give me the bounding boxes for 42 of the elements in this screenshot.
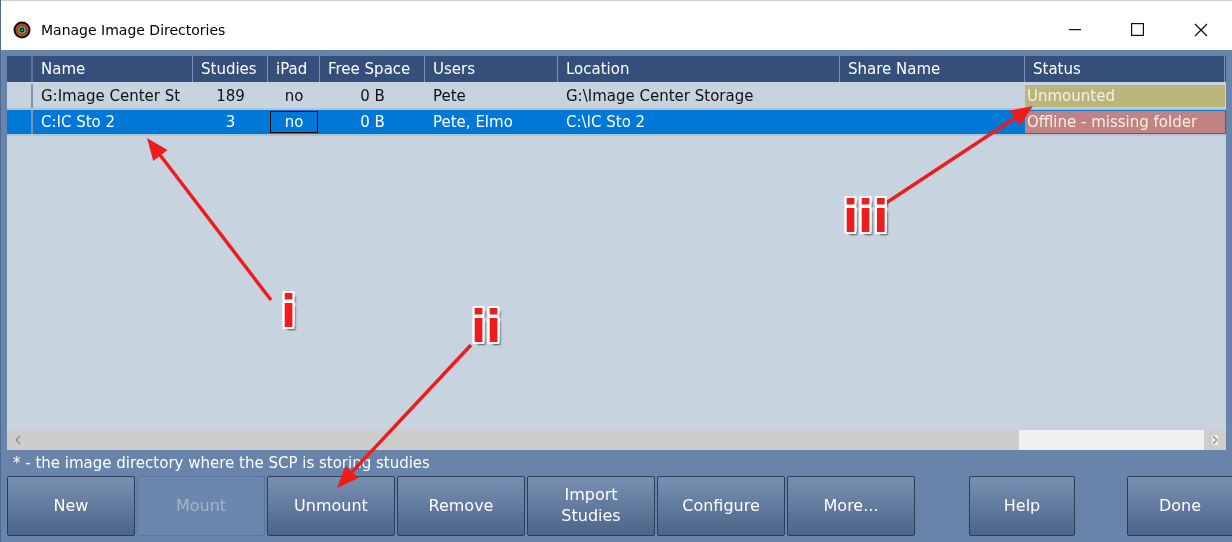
table-cell-text: C:\IC Sto 2 <box>565 112 647 133</box>
minimize-icon[interactable] <box>1069 28 1081 31</box>
action-button[interactable]: Configure <box>657 476 785 536</box>
column-header[interactable]: Users <box>425 56 558 82</box>
table-cell: no <box>270 111 318 133</box>
annotation-label: ii <box>471 305 502 349</box>
table-cell-text: G:\Image Center Storage <box>565 86 755 107</box>
column-header[interactable]: Share Name <box>840 56 1025 82</box>
table-cell-text: C:IC Sto 2 <box>40 112 117 133</box>
column-header[interactable]: Name <box>33 56 193 82</box>
column-header[interactable]: Status <box>1025 56 1225 82</box>
close-icon[interactable] <box>1194 22 1208 37</box>
table-cell-text: Pete, Elmo <box>432 112 514 133</box>
maximize-icon[interactable] <box>1131 23 1144 36</box>
table-row[interactable]: G:Image Center St 189 no 0 B Pete G:\Image Center Storage Unmounted <box>7 84 1226 110</box>
column-header[interactable]: Free Space <box>320 56 425 82</box>
status-badge: Unmounted <box>1025 85 1225 107</box>
table-cell-text: 189 <box>215 86 246 107</box>
action-button[interactable]: Done <box>1127 476 1232 536</box>
annotation-label: iii <box>843 195 889 239</box>
column-header[interactable]: iPad <box>268 56 320 82</box>
action-button[interactable]: Unmount <box>267 476 395 536</box>
action-button[interactable]: Remove <box>397 476 525 536</box>
scroll-right-icon[interactable] <box>1212 435 1218 445</box>
action-button[interactable]: Help <box>969 476 1075 536</box>
action-button[interactable]: New <box>7 476 135 536</box>
table-cell-text: 0 B <box>359 112 386 133</box>
table-cell-text: no <box>283 86 305 107</box>
app-logo-icon <box>13 20 31 39</box>
status-badge: Offline - missing folder <box>1025 111 1225 133</box>
table-cell-text: G:Image Center St <box>40 86 182 107</box>
horizontal-scrollbar[interactable] <box>7 430 1226 450</box>
column-header[interactable]: Location <box>558 56 840 82</box>
table-cell-text: 3 <box>224 112 237 133</box>
annotation-label: i <box>281 290 297 334</box>
action-button[interactable]: Import Studies <box>527 476 655 536</box>
column-header[interactable]: Studies <box>193 56 268 82</box>
table-cell-text: 0 B <box>359 86 386 107</box>
table-row[interactable]: C:IC Sto 2 3 no 0 B Pete, Elmo C:\IC Sto 2 Offline - missing folder <box>7 110 1226 136</box>
window-title: Manage Image Directories <box>41 21 226 38</box>
table-cell-text: Pete <box>432 86 467 107</box>
action-button[interactable]: More... <box>787 476 915 536</box>
